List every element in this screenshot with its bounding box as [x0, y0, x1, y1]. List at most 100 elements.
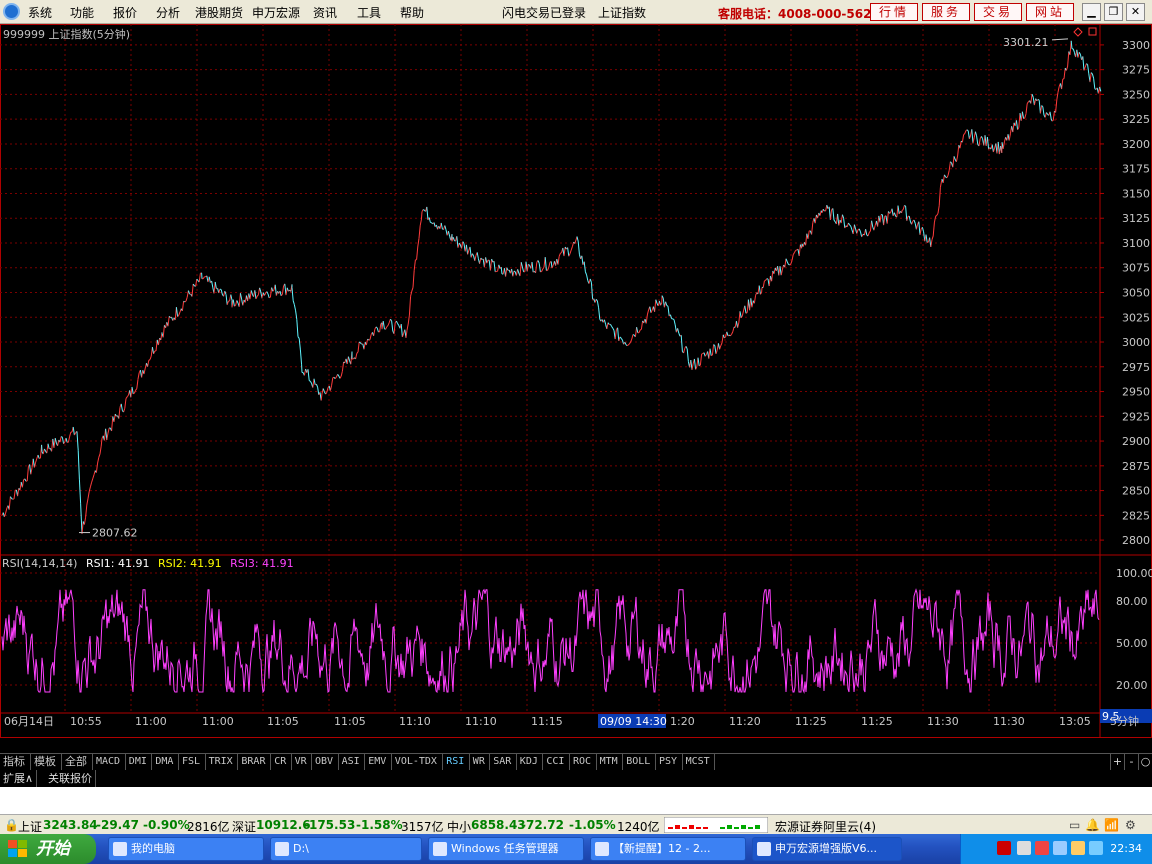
- price-segment: [811, 222, 814, 235]
- price-segment: [751, 300, 754, 308]
- indicator-tab-mtm[interactable]: MTM: [597, 754, 624, 770]
- indicator-tab-dma[interactable]: DMA: [152, 754, 179, 770]
- tray-app-icon[interactable]: [997, 841, 1011, 855]
- price-segment: [78, 479, 82, 504]
- indicator-tab-macd[interactable]: MACD: [93, 754, 126, 770]
- indicator-tab-sar[interactable]: SAR: [490, 754, 517, 770]
- sh-label: 上证: [18, 820, 43, 834]
- indicator-tab-asi[interactable]: ASI: [339, 754, 366, 770]
- restore-icon[interactable]: ❐: [1104, 3, 1123, 21]
- price-segment: [925, 234, 928, 243]
- current-index-name: 上证指数: [598, 6, 647, 20]
- price-segment: [274, 284, 277, 296]
- chart-canvas[interactable]: 3300 3275 3250 3225 3200 3175 3150 3125 3100 3075…: [0, 24, 1152, 738]
- zoom-in-button[interactable]: +: [1110, 754, 1124, 770]
- indicator-tab-vr[interactable]: VR: [292, 754, 312, 770]
- price-segment: [1037, 99, 1040, 101]
- market-button[interactable]: 行情: [870, 3, 918, 21]
- price-segment: [971, 129, 974, 144]
- price-segment: [126, 394, 129, 398]
- menu-hk-futures[interactable]: 港股期货: [195, 4, 243, 21]
- price-segment: [21, 479, 25, 488]
- price-segment: [420, 211, 423, 220]
- indicator-tab-vol-tdx[interactable]: VOL-TDX: [392, 754, 444, 770]
- price-segment: [850, 226, 853, 231]
- settings-button[interactable]: ○: [1138, 754, 1152, 770]
- price-segment: [683, 348, 686, 354]
- task-browser[interactable]: 【新提醒】12 - 2...: [590, 837, 746, 861]
- antenna-icon[interactable]: 📶: [1104, 818, 1119, 832]
- indicator-tab-roc[interactable]: ROC: [570, 754, 597, 770]
- menu-news[interactable]: 资讯: [313, 4, 337, 21]
- close-icon[interactable]: ✕: [1126, 3, 1145, 21]
- task-my-computer[interactable]: 我的电脑: [108, 837, 264, 861]
- related-quotes-tab[interactable]: 关联报价: [45, 770, 96, 787]
- menu-analysis[interactable]: 分析: [156, 4, 180, 21]
- price-segment: [11, 498, 14, 500]
- menu-quote[interactable]: 报价: [113, 4, 137, 21]
- indicator-tab-cci[interactable]: CCI: [543, 754, 570, 770]
- kline-chart-area[interactable]: 3300 3275 3250 3225 3200 3175 3150 3125 3100 3075…: [0, 24, 1152, 738]
- price-segment: [520, 262, 523, 268]
- price-segment: [3, 512, 7, 517]
- indicator-tab-mcst[interactable]: MCST: [683, 754, 716, 770]
- price-segment: [704, 354, 707, 357]
- diamond-icon: [1073, 27, 1083, 37]
- price-segment: [598, 307, 601, 320]
- price-segment: [329, 385, 333, 391]
- app-logo-icon[interactable]: [3, 3, 20, 20]
- indicator-tab-emv[interactable]: EMV: [365, 754, 392, 770]
- task-d-drive[interactable]: D:\: [270, 837, 422, 861]
- zoom-out-button[interactable]: -: [1124, 754, 1138, 770]
- price-segment: [1031, 93, 1034, 98]
- menu-swhy[interactable]: 申万宏源: [252, 4, 300, 21]
- tray-sync-icon[interactable]: [1089, 841, 1103, 855]
- menu-function[interactable]: 功能: [70, 4, 94, 21]
- indicator-tab-fsl[interactable]: FSL: [179, 754, 206, 770]
- price-segment: [61, 437, 65, 444]
- panel-icon[interactable]: ▭: [1069, 818, 1080, 832]
- price-tick-label: 2950: [1122, 386, 1150, 399]
- indicator-tab-brar[interactable]: BRAR: [238, 754, 272, 770]
- service-button[interactable]: 服务: [922, 3, 970, 21]
- price-segment: [272, 289, 275, 292]
- price-segment: [959, 141, 962, 149]
- expand-tab[interactable]: 扩展∧: [0, 770, 38, 787]
- tray-tool-icon[interactable]: [1053, 841, 1067, 855]
- price-segment: [832, 208, 835, 221]
- indicator-tab-rsi[interactable]: RSI: [443, 754, 470, 770]
- indicator-tab-boll[interactable]: BOLL: [623, 754, 656, 770]
- price-segment: [137, 372, 140, 380]
- indicator-tab-dmi[interactable]: DMI: [126, 754, 153, 770]
- indicator-tab-全部[interactable]: 全部: [62, 754, 93, 770]
- price-segment: [269, 287, 273, 298]
- price-segment: [1018, 113, 1021, 128]
- tray-network-icon[interactable]: [1017, 841, 1031, 855]
- task-swhy-app[interactable]: 申万宏源增强版V6...: [752, 837, 902, 861]
- trade-button[interactable]: 交易: [974, 3, 1022, 21]
- menu-system[interactable]: 系统: [28, 4, 52, 21]
- tray-security-icon[interactable]: [1071, 841, 1085, 855]
- gear-icon[interactable]: ⚙: [1125, 818, 1136, 832]
- task-task-manager[interactable]: Windows 任务管理器: [428, 837, 584, 861]
- indicator-tab-模板[interactable]: 模板: [31, 754, 62, 770]
- price-segment: [422, 209, 425, 211]
- menu-tools[interactable]: 工具: [357, 4, 381, 21]
- volume-icon[interactable]: [1035, 841, 1049, 855]
- menu-help[interactable]: 帮助: [400, 4, 424, 21]
- indicator-tab-cr[interactable]: CR: [271, 754, 292, 770]
- bell-icon[interactable]: 🔔: [1085, 818, 1100, 832]
- indicator-tab-obv[interactable]: OBV: [312, 754, 339, 770]
- price-segment: [1008, 133, 1011, 141]
- indicator-tab-wr[interactable]: WR: [470, 754, 491, 770]
- price-tick-label: 2850: [1122, 485, 1150, 498]
- website-button[interactable]: 网站: [1026, 3, 1074, 21]
- indicator-tab-psy[interactable]: PSY: [656, 754, 683, 770]
- start-button[interactable]: 开始: [0, 834, 96, 864]
- indicator-tab-指标[interactable]: 指标: [0, 754, 31, 770]
- indicator-tab-trix[interactable]: TRIX: [206, 754, 239, 770]
- price-segment: [369, 334, 372, 340]
- price-segment: [693, 358, 697, 370]
- minimize-icon[interactable]: ▁: [1082, 3, 1101, 21]
- indicator-tab-kdj[interactable]: KDJ: [517, 754, 544, 770]
